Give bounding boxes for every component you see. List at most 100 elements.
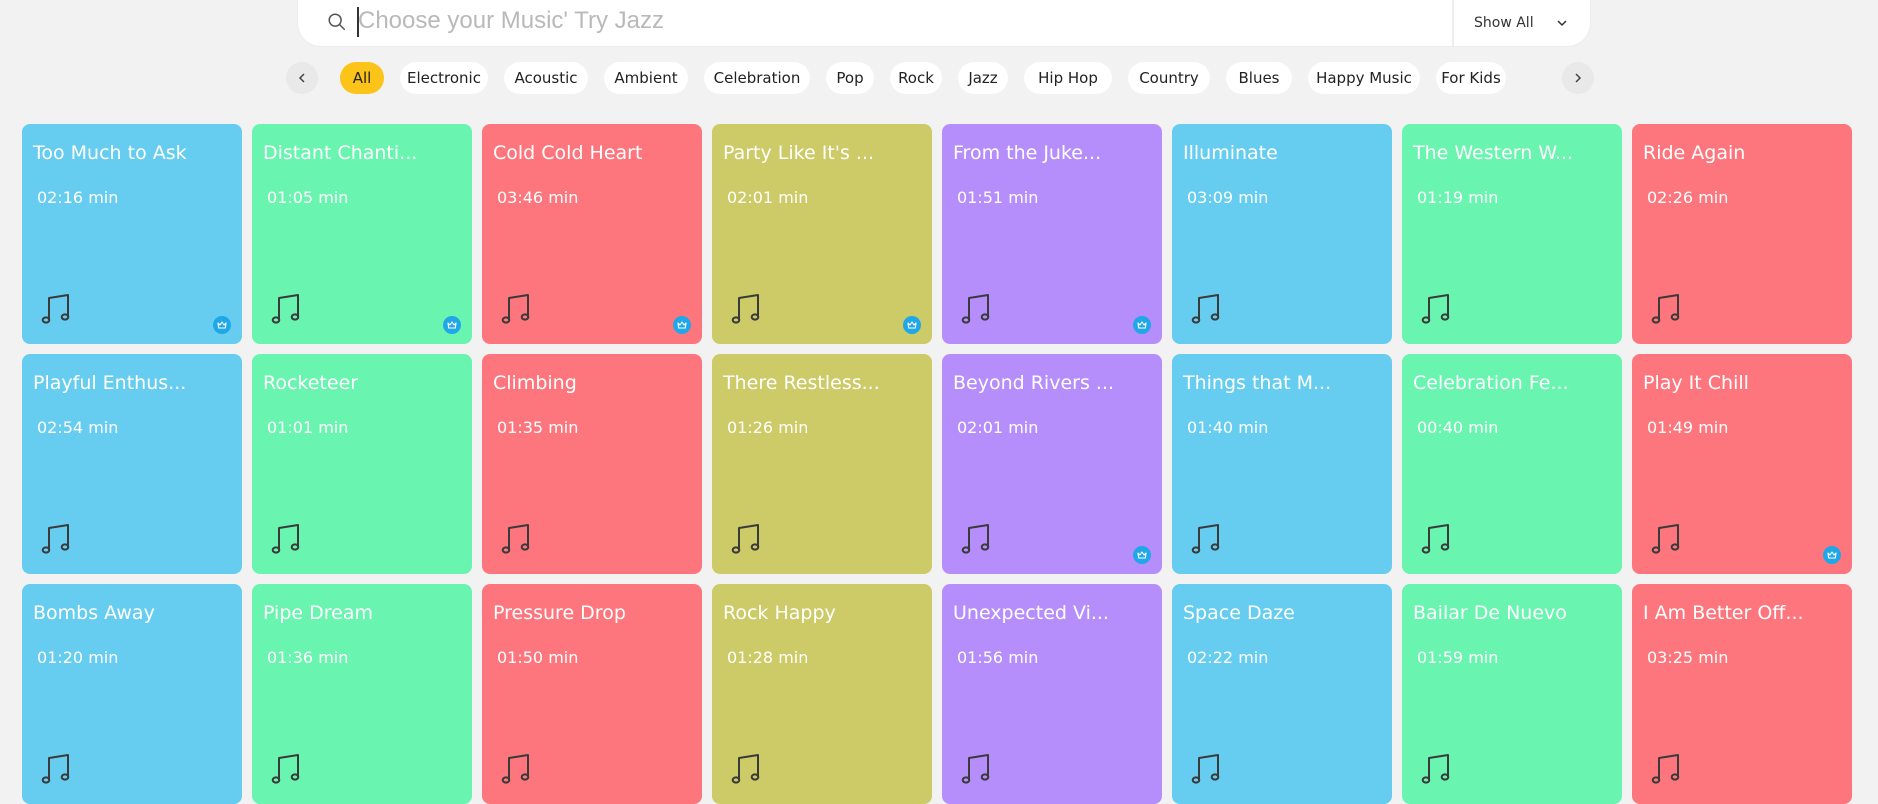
track-duration: 01:28 min [727, 648, 809, 667]
track-duration: 01:36 min [267, 648, 349, 667]
music-note-icon [271, 294, 300, 324]
category-bar: All Electronic Acoustic Ambient Celebration P… [284, 62, 1594, 94]
category-chip-jazz[interactable]: Jazz [958, 62, 1008, 94]
music-note-icon [1651, 754, 1680, 784]
track-card[interactable]: The Western W... 01:19 min [1402, 124, 1622, 344]
track-duration: 01:56 min [957, 648, 1039, 667]
category-chip-rock[interactable]: Rock [890, 62, 942, 94]
chevron-down-icon [1557, 20, 1567, 27]
track-card[interactable]: Rocketeer 01:01 min [252, 354, 472, 574]
track-duration: 01:05 min [267, 188, 349, 207]
track-title: Things that M... [1183, 372, 1332, 394]
track-card[interactable]: From the Juke... 01:51 min [942, 124, 1162, 344]
music-note-icon [271, 524, 300, 554]
track-card[interactable]: Rock Happy 01:28 min [712, 584, 932, 804]
search-input[interactable] [358, 6, 1438, 36]
track-card[interactable]: Distant Chanti... 01:05 min [252, 124, 472, 344]
track-card[interactable]: Climbing 01:35 min [482, 354, 702, 574]
show-all-dropdown[interactable]: Show All [1474, 0, 1584, 46]
music-note-icon [1421, 294, 1450, 324]
music-note-icon [41, 294, 70, 324]
category-chip-electronic[interactable]: Electronic [400, 62, 488, 94]
track-duration: 03:25 min [1647, 648, 1729, 667]
track-card[interactable]: There Restless... 01:26 min [712, 354, 932, 574]
music-note-icon [731, 524, 760, 554]
track-title: From the Juke... [953, 142, 1102, 164]
track-title: The Western W... [1413, 142, 1574, 164]
track-duration: 01:35 min [497, 418, 579, 437]
track-title: There Restless... [723, 372, 880, 394]
track-card[interactable]: Things that M... 01:40 min [1172, 354, 1392, 574]
category-chip-blues[interactable]: Blues [1226, 62, 1292, 94]
track-card[interactable]: Party Like It's ... 02:01 min [712, 124, 932, 344]
track-card[interactable]: Space Daze 02:22 min [1172, 584, 1392, 804]
crown-icon [1133, 546, 1151, 564]
track-title: Ride Again [1643, 142, 1746, 164]
track-duration: 01:59 min [1417, 648, 1499, 667]
music-note-icon [501, 524, 530, 554]
track-duration: 03:46 min [497, 188, 579, 207]
category-chip-celebration[interactable]: Celebration [704, 62, 810, 94]
track-card[interactable]: Celebration Fe... 00:40 min [1402, 354, 1622, 574]
music-note-icon [961, 754, 990, 784]
search-icon [328, 13, 346, 31]
track-duration: 01:40 min [1187, 418, 1269, 437]
scroll-left-button[interactable] [286, 62, 318, 94]
track-duration: 02:54 min [37, 418, 119, 437]
track-card[interactable]: Bailar De Nuevo 01:59 min [1402, 584, 1622, 804]
track-card[interactable]: I Am Better Off... 03:25 min [1632, 584, 1852, 804]
track-card[interactable]: Pressure Drop 01:50 min [482, 584, 702, 804]
track-title: Distant Chanti... [263, 142, 418, 164]
track-card[interactable]: Bombs Away 01:20 min [22, 584, 242, 804]
category-chip-for-kids[interactable]: For Kids [1436, 62, 1506, 94]
track-card[interactable]: Ride Again 02:26 min [1632, 124, 1852, 344]
track-card[interactable]: Unexpected Vi... 01:56 min [942, 584, 1162, 804]
track-title: Space Daze [1183, 602, 1295, 624]
music-note-icon [41, 754, 70, 784]
track-title: Play It Chill [1643, 372, 1749, 394]
track-duration: 02:22 min [1187, 648, 1269, 667]
music-note-icon [1651, 524, 1680, 554]
crown-icon [673, 316, 691, 334]
track-card[interactable]: Illuminate 03:09 min [1172, 124, 1392, 344]
category-chips: All Electronic Acoustic Ambient Celebration P… [340, 62, 1558, 94]
music-note-icon [1651, 294, 1680, 324]
scroll-right-button[interactable] [1562, 62, 1594, 94]
crown-icon [1823, 546, 1841, 564]
track-duration: 01:20 min [37, 648, 119, 667]
category-chip-country[interactable]: Country [1128, 62, 1210, 94]
music-note-icon [501, 754, 530, 784]
category-chip-pop[interactable]: Pop [826, 62, 874, 94]
track-card[interactable]: Pipe Dream 01:36 min [252, 584, 472, 804]
music-note-icon [961, 524, 990, 554]
music-note-icon [731, 294, 760, 324]
category-chip-ambient[interactable]: Ambient [604, 62, 688, 94]
show-all-label: Show All [1474, 15, 1534, 31]
track-duration: 02:16 min [37, 188, 119, 207]
track-card[interactable]: Too Much to Ask 02:16 min [22, 124, 242, 344]
track-title: Beyond Rivers ... [953, 372, 1115, 394]
music-note-icon [1191, 754, 1220, 784]
track-card[interactable]: Playful Enthus... 02:54 min [22, 354, 242, 574]
category-chip-happy-music[interactable]: Happy Music [1308, 62, 1420, 94]
track-card[interactable]: Cold Cold Heart 03:46 min [482, 124, 702, 344]
track-title: I Am Better Off... [1643, 602, 1804, 624]
track-title: Celebration Fe... [1413, 372, 1569, 394]
track-card[interactable]: Play It Chill 01:49 min [1632, 354, 1852, 574]
track-title: Too Much to Ask [33, 142, 187, 164]
track-title: Bombs Away [33, 602, 155, 624]
music-note-icon [731, 754, 760, 784]
category-chip-acoustic[interactable]: Acoustic [504, 62, 588, 94]
category-chip-hip-hop[interactable]: Hip Hop [1024, 62, 1112, 94]
track-title: Rocketeer [263, 372, 359, 394]
track-duration: 01:50 min [497, 648, 579, 667]
track-title: Bailar De Nuevo [1413, 602, 1567, 624]
track-title: Pipe Dream [263, 602, 373, 624]
music-note-icon [1421, 524, 1450, 554]
track-duration: 01:01 min [267, 418, 349, 437]
crown-icon [1133, 316, 1151, 334]
track-title: Unexpected Vi... [953, 602, 1109, 624]
track-card[interactable]: Beyond Rivers ... 02:01 min [942, 354, 1162, 574]
chevron-right-icon [1575, 73, 1582, 83]
category-chip-all[interactable]: All [340, 62, 384, 94]
